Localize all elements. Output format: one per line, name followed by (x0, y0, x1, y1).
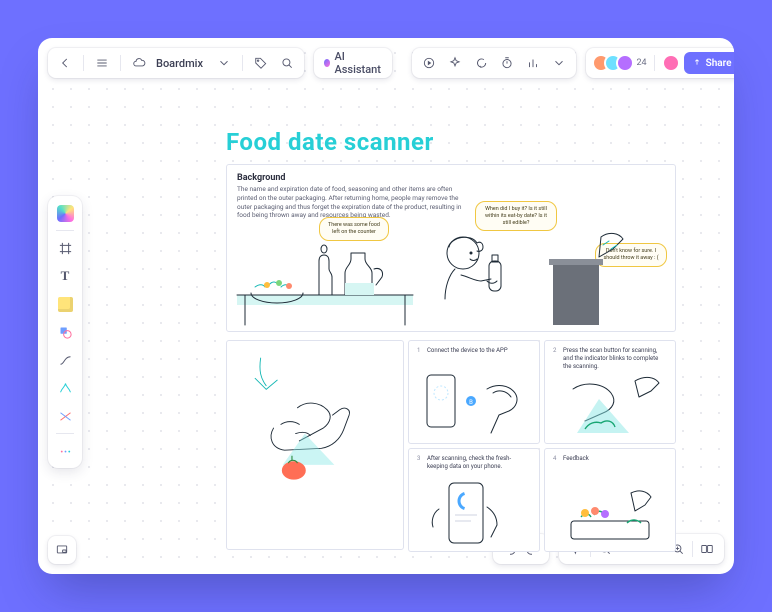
pages-button[interactable] (696, 538, 718, 560)
topbar-actions-group (412, 48, 576, 78)
frame-tool-button[interactable] (54, 237, 76, 259)
share-label: Share (706, 58, 732, 69)
app-window: Boardmix AI Assistant 24 (38, 38, 734, 574)
analytics-button[interactable] (522, 52, 544, 74)
back-button[interactable] (54, 52, 76, 74)
board-content[interactable]: Food date scanner Background The name an… (226, 128, 676, 552)
background-illustration (227, 165, 676, 332)
ai-icon (324, 59, 330, 67)
step-2-illustration (545, 341, 676, 444)
present-button[interactable] (418, 52, 440, 74)
doc-title-chevron-icon[interactable] (213, 52, 235, 74)
avatar-stack[interactable]: 24 (592, 54, 646, 72)
connector-tool-button[interactable] (54, 349, 76, 371)
comment-button[interactable] (470, 52, 492, 74)
text-tool-button[interactable]: T (54, 265, 76, 287)
ai-assistant-button[interactable]: AI Assistant (314, 48, 392, 78)
doc-title[interactable]: Boardmix (154, 57, 209, 70)
divider (120, 55, 121, 71)
step-4-illustration (545, 449, 676, 552)
sparkle-button[interactable] (444, 52, 466, 74)
minimap-button[interactable] (48, 536, 76, 564)
divider (654, 55, 655, 71)
divider (83, 55, 84, 71)
section-scanner[interactable]: Food date scanner Function: Help users j… (226, 340, 404, 550)
divider (692, 541, 693, 557)
timer-button[interactable] (496, 52, 518, 74)
avatar (616, 54, 634, 72)
more-chevron-icon[interactable] (548, 52, 570, 74)
pen-tool-button[interactable] (54, 377, 76, 399)
more-tools-button[interactable] (54, 440, 76, 462)
menu-button[interactable] (91, 52, 113, 74)
current-user-avatar[interactable] (662, 54, 680, 72)
highlight-tool-button[interactable] (54, 405, 76, 427)
divider (56, 433, 74, 434)
step-card-4[interactable]: 4 Feedback (544, 448, 676, 552)
topbar-share-group: 24 Share (586, 48, 734, 78)
step-3-illustration (409, 449, 540, 552)
topbar-left-group: Boardmix (48, 48, 304, 78)
cloud-icon (128, 52, 150, 74)
tag-button[interactable] (250, 52, 272, 74)
section-row: Food date scanner Function: Help users j… (226, 340, 676, 552)
divider (56, 230, 74, 231)
step-card-1[interactable]: 1 Connect the device to the APP B (408, 340, 540, 444)
step-card-2[interactable]: 2 Press the scan button for scanning, an… (544, 340, 676, 444)
left-toolbar: T (48, 196, 82, 468)
scanner-illustration (233, 347, 397, 487)
shape-tool-button[interactable] (54, 321, 76, 343)
topbar: Boardmix AI Assistant 24 (48, 48, 724, 78)
step-card-3[interactable]: 3 After scanning, check the fresh-keepin… (408, 448, 540, 552)
avatar-count: 24 (636, 58, 646, 68)
divider (242, 55, 243, 71)
search-button[interactable] (276, 52, 298, 74)
sticky-tool-button[interactable] (54, 293, 76, 315)
section-background[interactable]: Background The name and expiration date … (226, 164, 676, 332)
magic-tool-button[interactable] (54, 202, 76, 224)
ai-label: AI Assistant (334, 50, 382, 76)
board-title[interactable]: Food date scanner (226, 128, 676, 156)
svg-text:B: B (469, 399, 473, 406)
share-button[interactable]: Share (684, 52, 734, 74)
step-1-illustration: B (409, 341, 540, 444)
